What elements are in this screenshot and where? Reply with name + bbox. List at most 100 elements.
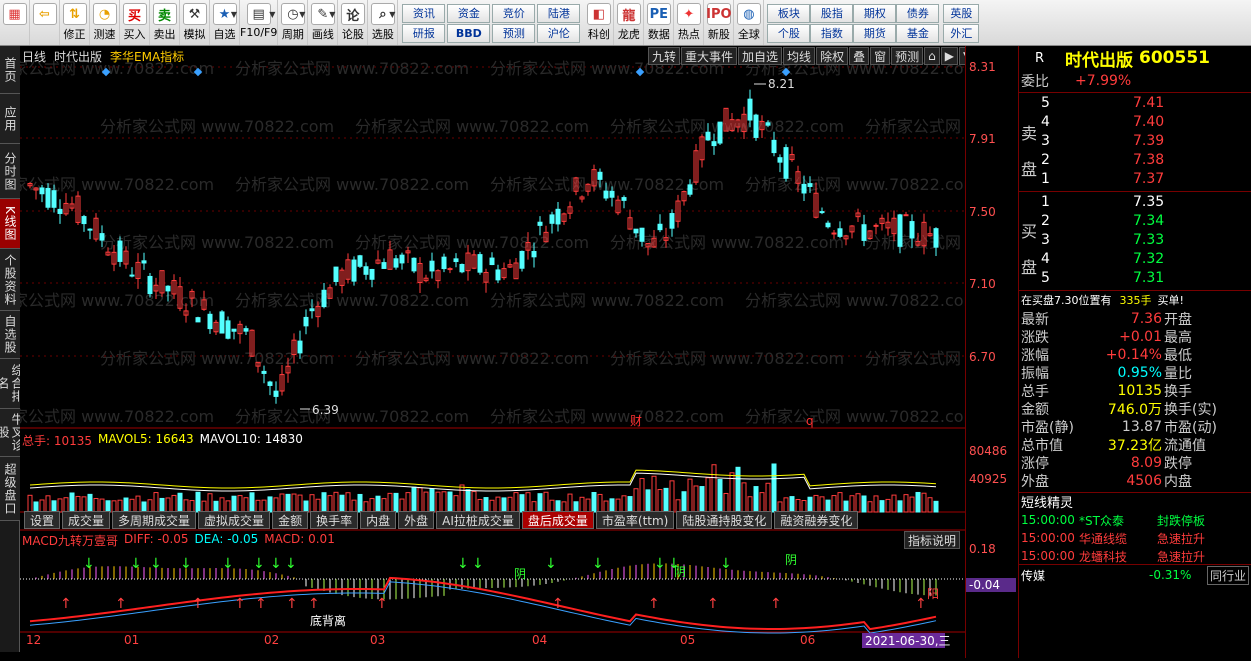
left-tab[interactable]: 自选股 bbox=[0, 311, 20, 359]
info-button[interactable]: 研报 bbox=[402, 23, 446, 43]
chevron-down-icon[interactable]: ▼ bbox=[389, 10, 395, 19]
grid-logo-icon: ▦ bbox=[2, 3, 27, 25]
candle-body bbox=[399, 254, 405, 264]
info-button[interactable]: 竞价 bbox=[492, 3, 536, 23]
kline-chart[interactable]: 分析家公式网 www.70822.com 分析家公式网 www.70822.com… bbox=[0, 46, 1099, 658]
indicator-tab[interactable]: 设置 bbox=[24, 511, 61, 529]
chevron-down-icon[interactable]: ▼ bbox=[329, 10, 335, 19]
chart-top-button[interactable]: 均线 bbox=[783, 47, 816, 65]
market-button[interactable]: 板块 bbox=[767, 3, 811, 23]
bid-level: 3 bbox=[1041, 232, 1050, 248]
indicator-tab[interactable]: 陆股通持股变化 bbox=[676, 511, 773, 529]
candle-body bbox=[897, 214, 903, 247]
info-button[interactable]: BBD bbox=[447, 23, 491, 43]
market-button[interactable]: 股指 bbox=[810, 3, 854, 23]
ask-price: 7.38 bbox=[1133, 152, 1165, 168]
draw-button[interactable]: ✎ 画线 ▼ bbox=[308, 0, 339, 45]
test-button[interactable]: ◔ 测速 bbox=[90, 0, 120, 45]
chart-top-button[interactable]: 窗 bbox=[870, 47, 891, 65]
chart-top-button[interactable]: 叠 bbox=[849, 47, 870, 65]
info-button[interactable]: 预测 bbox=[492, 23, 536, 43]
indicator-tab[interactable]: 多周期成交量 bbox=[112, 511, 197, 529]
back-button[interactable]: ⇦ bbox=[30, 0, 60, 45]
lock-icon[interactable]: ⌂ bbox=[924, 47, 940, 65]
hot-button[interactable]: ✦ 热点 bbox=[674, 0, 705, 45]
indicator-tab[interactable]: 外盘 bbox=[398, 511, 435, 529]
left-tab[interactable]: 超级盘口 bbox=[0, 457, 20, 521]
chevron-down-icon[interactable]: ▼ bbox=[231, 10, 237, 19]
indicator-help-button[interactable]: 指标说明 bbox=[904, 531, 961, 549]
event-mark[interactable]: 财 bbox=[630, 414, 642, 428]
indicator-tab[interactable]: 融资融券变化 bbox=[774, 511, 859, 529]
sector-row[interactable]: 传媒 -0.31% 同行业 bbox=[1019, 565, 1251, 585]
sell-button[interactable]: 卖卖出 bbox=[150, 0, 180, 45]
chevron-down-icon[interactable]: ▼ bbox=[299, 10, 305, 19]
volume-bar bbox=[273, 497, 279, 513]
panel-toggle-icon[interactable]: ▶ bbox=[940, 47, 958, 65]
event-mark[interactable]: q bbox=[806, 414, 814, 428]
global-button[interactable]: ◍ 全球 bbox=[734, 0, 765, 45]
watchlist-button[interactable]: ★ 自选 ▼ bbox=[210, 0, 240, 45]
market-button[interactable]: 外汇 bbox=[943, 23, 980, 43]
info-button[interactable]: 资金 bbox=[447, 3, 491, 23]
price-scale: 8.31 7.91 7.50 7.10 6.70 80486 40925 0.18 -0.04 bbox=[965, 46, 1018, 658]
newstock-button[interactable]: IPO 新股 bbox=[704, 0, 735, 45]
market-button[interactable]: 指数 bbox=[810, 23, 854, 43]
volume-bar bbox=[681, 491, 687, 513]
market-button[interactable]: 债券 bbox=[896, 3, 940, 23]
indicator-tab[interactable]: 成交量 bbox=[62, 511, 111, 529]
chevron-down-icon[interactable]: ▼ bbox=[269, 10, 275, 19]
chart-top-button[interactable]: 加自选 bbox=[738, 47, 783, 65]
indicator-tab[interactable]: 虚拟成交量 bbox=[198, 511, 271, 529]
buy-button[interactable]: 买买入 bbox=[120, 0, 150, 45]
short-row[interactable]: 15:00:00 华通线缆 急速拉升 bbox=[1019, 529, 1251, 547]
pick-button[interactable]: ⌕ 选股 ▼ bbox=[368, 0, 399, 45]
market-button[interactable]: 个股 bbox=[767, 23, 811, 43]
stat-row: 涨幅 +0.14% 最低 bbox=[1019, 346, 1251, 364]
stat-label: 总市值 bbox=[1021, 438, 1063, 454]
argue-button[interactable]: 论论股 bbox=[338, 0, 369, 45]
info-button[interactable]: 沪伦 bbox=[537, 23, 581, 43]
left-tab[interactable]: 牛叉诊股 bbox=[0, 409, 24, 457]
short-event: 急速拉升 bbox=[1157, 549, 1206, 564]
market-button[interactable]: 期货 bbox=[853, 23, 897, 43]
info-button[interactable]: 陆港 bbox=[537, 3, 581, 23]
price-tick: 8.31 bbox=[969, 60, 996, 74]
left-tab[interactable]: 综合排名 bbox=[0, 359, 24, 409]
sector-link[interactable]: 同行业 bbox=[1207, 565, 1250, 585]
f10-button[interactable]: ▤ F10/F9 ▼ bbox=[240, 0, 279, 45]
kechuang-button[interactable]: ◧ 科创 bbox=[584, 0, 615, 45]
volume-bar bbox=[921, 492, 927, 513]
longhu-button[interactable]: 龍龙虎 bbox=[614, 0, 645, 45]
info-button[interactable]: 资讯 bbox=[402, 3, 446, 23]
indicator-tab[interactable]: AI拉桩成交量 bbox=[436, 511, 520, 529]
left-tab[interactable]: 应用 bbox=[0, 94, 20, 144]
short-row[interactable]: 15:00:00 *ST众泰 封跌停板 bbox=[1019, 511, 1251, 529]
left-tab[interactable]: K线图 bbox=[0, 199, 20, 249]
indicator-tab[interactable]: 盘后成交量 bbox=[521, 511, 594, 529]
chart-top-button[interactable]: 九转 bbox=[648, 47, 681, 65]
chart-top-button[interactable]: 重大事件 bbox=[681, 47, 738, 65]
left-tab[interactable]: 分时图 bbox=[0, 144, 20, 199]
short-title[interactable]: 短线精灵 bbox=[1019, 492, 1251, 511]
watermark-text: 分析家公式网 www.70822.com bbox=[235, 59, 469, 78]
simulate-button[interactable]: ⚒ 模拟 bbox=[180, 0, 210, 45]
indicator-tab[interactable]: 金额 bbox=[272, 511, 309, 529]
watchlist-label: 自选 bbox=[213, 28, 236, 41]
logo-button[interactable]: ▦ bbox=[0, 0, 30, 45]
market-button[interactable]: 期权 bbox=[853, 3, 897, 23]
revise-button[interactable]: ⇅ 修正 bbox=[60, 0, 90, 45]
market-button[interactable]: 英股 bbox=[943, 3, 980, 23]
left-tab[interactable]: 首页 bbox=[0, 46, 20, 94]
chart-top-button[interactable]: 除权 bbox=[816, 47, 849, 65]
left-tab[interactable]: 个股资料 bbox=[0, 249, 20, 311]
short-row[interactable]: 15:00:00 龙蟠科技 急速拉升 bbox=[1019, 547, 1251, 565]
market-button[interactable]: 基金 bbox=[896, 23, 940, 43]
indicator-tab[interactable]: 内盘 bbox=[360, 511, 397, 529]
indicator-tab[interactable]: 市盈率(ttm) bbox=[595, 511, 675, 529]
data-button[interactable]: PE 数据 bbox=[644, 0, 675, 45]
chart-tag[interactable]: 李华EMA指标 bbox=[110, 48, 184, 65]
period-button[interactable]: ◷ 周期 ▼ bbox=[278, 0, 309, 45]
indicator-tab[interactable]: 换手率 bbox=[310, 511, 359, 529]
chart-top-button[interactable]: 预测 bbox=[891, 47, 924, 65]
